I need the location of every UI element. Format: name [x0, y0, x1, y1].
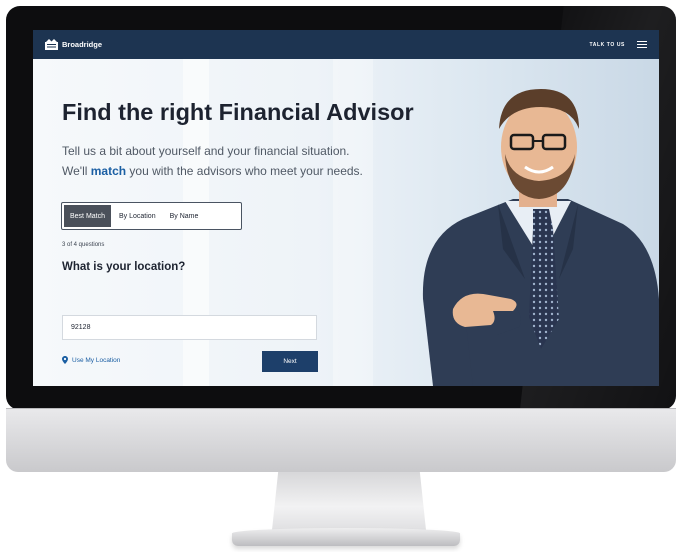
- subtitle-line-2: We'll match you with the advisors who me…: [62, 164, 363, 178]
- advisor-photo: [422, 89, 659, 386]
- nav-right: TALK TO US: [589, 41, 647, 48]
- monitor-screen: Broadridge TALK TO US Find the right Fin…: [33, 30, 659, 386]
- tab-by-name[interactable]: By Name: [164, 205, 205, 227]
- monitor-stand-base: [232, 528, 460, 546]
- broadridge-logo-icon: [45, 39, 58, 50]
- location-input[interactable]: [62, 315, 317, 340]
- top-navbar: Broadridge TALK TO US: [33, 30, 659, 59]
- use-my-location-link[interactable]: Use My Location: [62, 356, 120, 364]
- page-title: Find the right Financial Advisor: [62, 99, 414, 125]
- hamburger-menu-icon[interactable]: [637, 41, 647, 48]
- hero-section: Find the right Financial Advisor Tell us…: [33, 59, 659, 386]
- search-mode-tabs: Best Match By Location By Name: [61, 202, 242, 230]
- subtitle-highlight: match: [90, 164, 127, 178]
- question-heading: What is your location?: [62, 261, 186, 273]
- tab-by-location[interactable]: By Location: [113, 205, 162, 227]
- subtitle-prefix: We'll: [62, 164, 91, 178]
- brand-name: Broadridge: [62, 40, 103, 49]
- talk-to-us-link[interactable]: TALK TO US: [589, 42, 625, 48]
- subtitle-suffix: you with the advisors who meet your need…: [126, 164, 363, 178]
- question-progress: 3 of 4 questions: [62, 242, 105, 248]
- next-button[interactable]: Next: [262, 351, 318, 372]
- monitor-chin: [6, 408, 676, 472]
- tab-best-match[interactable]: Best Match: [64, 205, 112, 227]
- map-pin-icon: [62, 356, 68, 364]
- subtitle-line-1: Tell us a bit about yourself and your fi…: [62, 144, 350, 158]
- use-my-location-label: Use My Location: [72, 356, 121, 364]
- monitor-stand-neck: [272, 472, 426, 530]
- brand[interactable]: Broadridge: [45, 39, 102, 50]
